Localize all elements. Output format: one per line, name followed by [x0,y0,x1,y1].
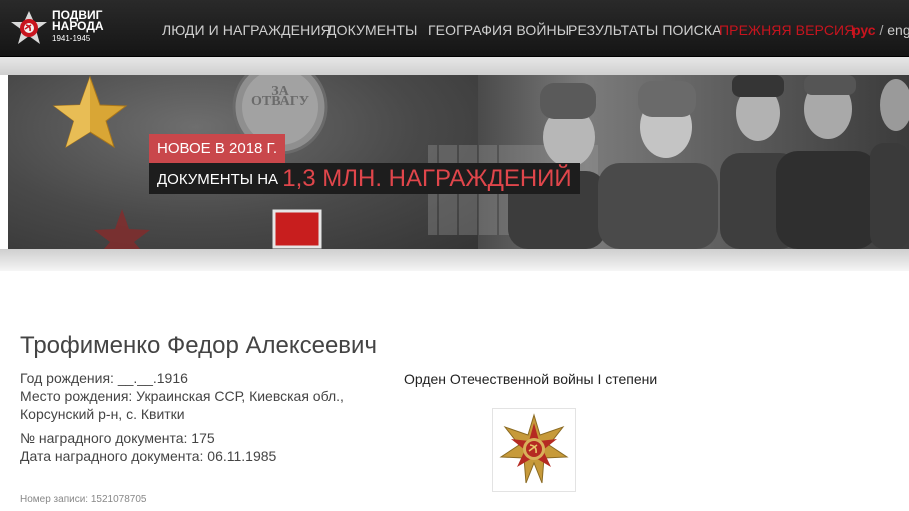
banner-illustration: ЗА ОТВАГУ [52,75,909,249]
banner-documents-headline: ДОКУМЕНТЫ НА 1,3 МЛН. НАГРАЖДЕНИЙ [149,163,580,194]
order-patriotic-war-icon [499,413,569,484]
nav-war-geography[interactable]: ГЕОГРАФИЯ ВОЙНЫ [428,22,569,38]
lang-ru-link[interactable]: рус [852,22,876,38]
person-name-heading: Трофименко Федор Алексеевич [20,332,377,359]
medal-text-otvagu: ОТВАГУ [251,94,309,109]
award-title[interactable]: Орден Отечественной войны I степени [404,371,657,387]
banner-new-label: НОВОЕ В 2018 Г. [149,134,286,164]
birth-year: Год рождения: __.__.1916 [20,370,188,386]
promo-banner[interactable]: ЗА ОТВАГУ НОВОЕ В 2018 Г. ДОКУМЕНТЫ НА 1… [8,75,909,249]
banner-docs-prefix: ДОКУМЕНТЫ НА [157,171,283,188]
site-logo[interactable]: ПОДВИГ НАРОДА 1941-1945 [9,8,119,50]
record-number: Номер записи: 1521078705 [20,494,147,505]
nav-previous-version[interactable]: ПРЕЖНЯЯ ВЕРСИЯ [719,22,854,38]
award-thumbnail[interactable] [492,408,576,492]
top-navigation-bar: ПОДВИГ НАРОДА 1941-1945 ЛЮДИ И НАГРАЖДЕН… [0,0,909,57]
banner-bottom-band [0,249,909,271]
red-star-icon [94,209,150,249]
lang-separator: / [875,22,888,38]
award-document-number: № наградного документа: 175 [20,430,215,446]
award-document-date: Дата наградного документа: 06.11.1985 [20,448,277,464]
nav-documents[interactable]: ДОКУМЕНТЫ [327,22,418,38]
order-star-icon [11,11,47,44]
language-switcher: рус / eng [852,22,909,38]
birthplace-line-1: Место рождения: Украинская ССР, Киевская… [20,388,344,404]
gold-star-icon [52,75,128,149]
logo-years: 1941-1945 [52,34,91,43]
red-ribbon-icon [272,209,322,249]
soldiers-group [508,75,909,249]
banner-docs-highlight: 1,3 МЛН. НАГРАЖДЕНИЙ [282,165,572,192]
nav-search-results[interactable]: РЕЗУЛЬТАТЫ ПОИСКА [568,22,722,38]
header-divider-strip [0,57,909,75]
birthplace-line-2: Корсунский р-н, с. Квитки [20,406,185,422]
nav-people-awards[interactable]: ЛЮДИ И НАГРАЖДЕНИЯ [162,22,331,38]
logo-line-2: НАРОДА [52,19,104,33]
lang-en-link[interactable]: eng [887,22,909,38]
